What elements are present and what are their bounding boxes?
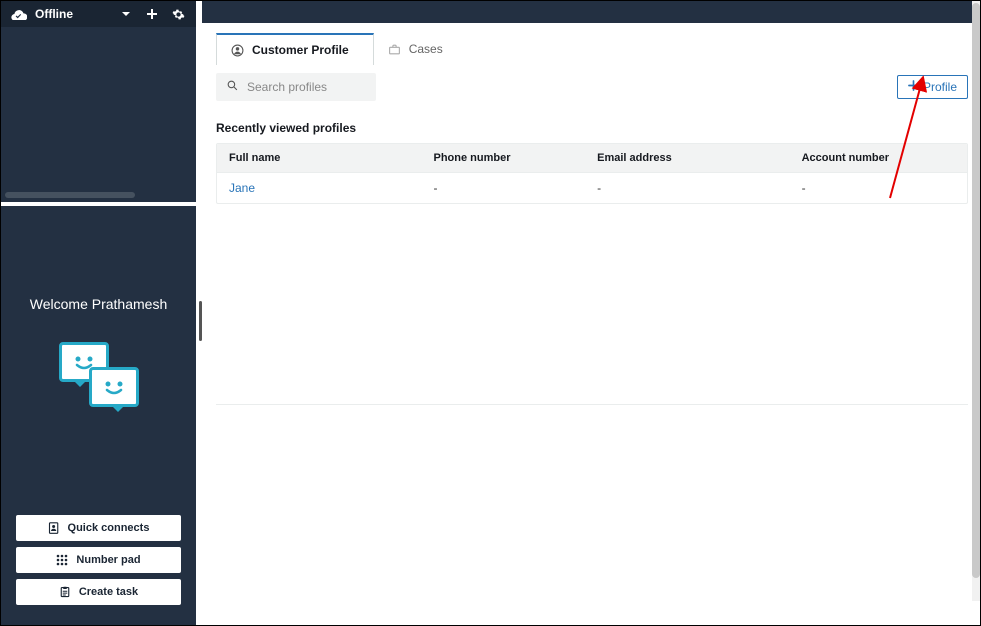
cell-account: - xyxy=(802,181,955,195)
status-bar: Offline xyxy=(1,1,196,27)
table-header: Full name Phone number Email address Acc… xyxy=(217,144,967,173)
cell-email: - xyxy=(597,181,802,195)
ccp-top-panel: Offline xyxy=(1,1,196,206)
horizontal-scrollbar[interactable] xyxy=(5,192,135,198)
dialpad-icon xyxy=(56,554,68,566)
col-full-name: Full name xyxy=(229,152,434,164)
tab-cases[interactable]: Cases xyxy=(374,33,467,65)
search-icon xyxy=(226,79,239,95)
quick-connects-label: Quick connects xyxy=(68,522,150,534)
chat-illustration xyxy=(59,342,139,417)
cell-phone: - xyxy=(434,181,598,195)
main-header-strip xyxy=(202,1,980,23)
col-account: Account number xyxy=(802,152,955,164)
number-pad-button[interactable]: Number pad xyxy=(16,547,181,573)
scrollbar-thumb[interactable] xyxy=(972,3,980,578)
number-pad-label: Number pad xyxy=(76,554,140,566)
tab-label: Cases xyxy=(409,42,443,56)
search-row: Profile xyxy=(216,73,968,101)
tab-label: Customer Profile xyxy=(252,43,349,57)
vertical-scrollbar[interactable] xyxy=(972,1,980,601)
tab-bar: Customer Profile Cases xyxy=(216,33,968,65)
create-task-label: Create task xyxy=(79,586,138,598)
sidebar-actions: Quick connects Number pad Create task xyxy=(16,515,181,605)
divider xyxy=(216,404,968,405)
search-box[interactable] xyxy=(216,73,376,101)
add-profile-button[interactable]: Profile xyxy=(897,75,968,99)
add-icon[interactable] xyxy=(142,4,162,24)
ccp-bottom-panel: Welcome Prathamesh Quick connects Number… xyxy=(1,206,196,625)
quick-connects-button[interactable]: Quick connects xyxy=(16,515,181,541)
table-row[interactable]: Jane - - - xyxy=(217,173,967,203)
add-profile-label: Profile xyxy=(923,80,957,94)
profile-name-link[interactable]: Jane xyxy=(229,181,434,195)
person-icon xyxy=(231,44,244,57)
main-panel: Customer Profile Cases Profile xyxy=(196,1,980,625)
section-title: Recently viewed profiles xyxy=(216,121,968,135)
tab-customer-profile[interactable]: Customer Profile xyxy=(216,33,374,65)
plus-icon xyxy=(908,80,919,94)
status-label: Offline xyxy=(35,7,73,21)
main-body: Customer Profile Cases Profile xyxy=(202,23,980,625)
col-email: Email address xyxy=(597,152,802,164)
gear-icon[interactable] xyxy=(168,4,188,24)
contacts-icon xyxy=(48,522,60,534)
profiles-table: Full name Phone number Email address Acc… xyxy=(216,143,968,204)
col-phone: Phone number xyxy=(434,152,598,164)
clipboard-icon xyxy=(59,586,71,598)
create-task-button[interactable]: Create task xyxy=(16,579,181,605)
search-input[interactable] xyxy=(247,80,366,94)
status-dropdown[interactable] xyxy=(116,4,136,24)
briefcase-icon xyxy=(388,43,401,56)
cloud-icon xyxy=(9,4,29,24)
left-sidebar: Offline Welcome Prathamesh xyxy=(1,1,196,625)
welcome-text: Welcome Prathamesh xyxy=(30,296,167,312)
